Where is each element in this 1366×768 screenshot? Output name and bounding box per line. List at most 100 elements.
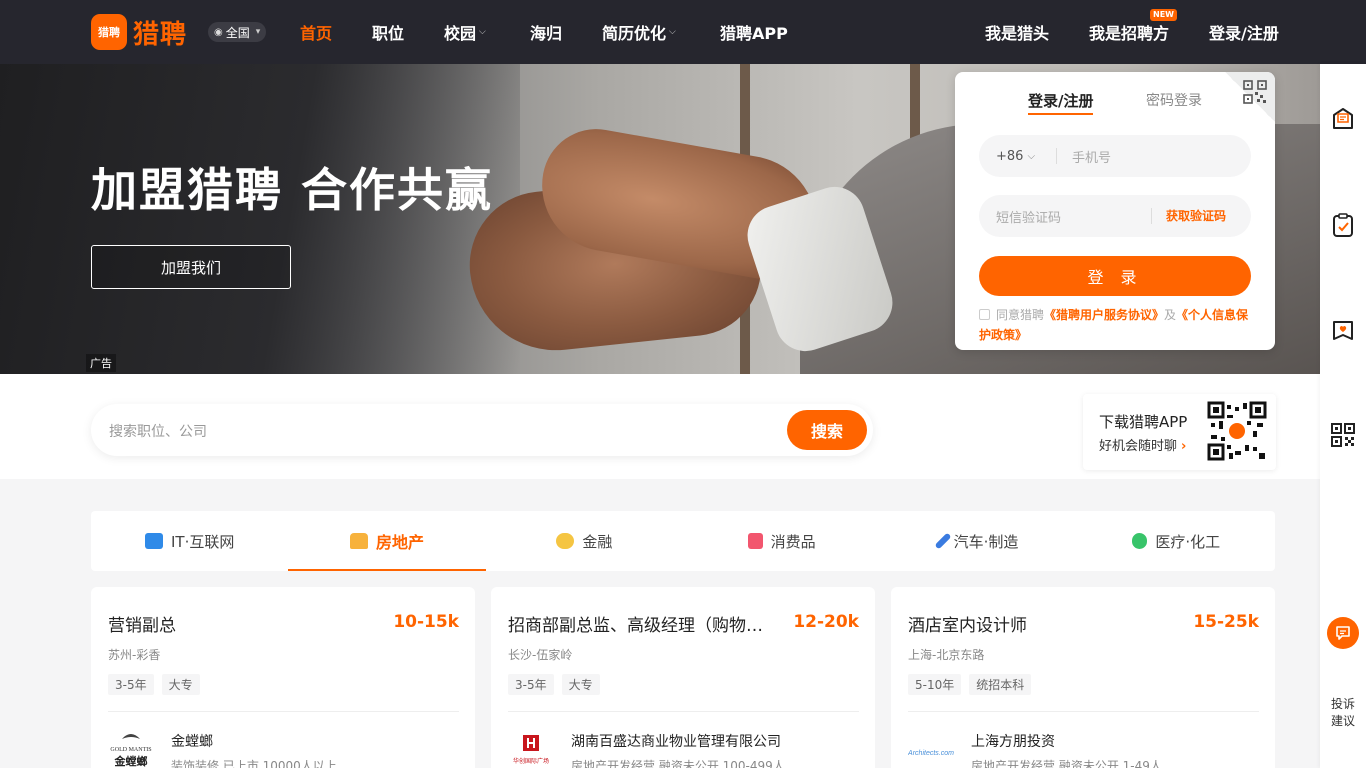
chevron-down-icon: ⌵ xyxy=(1027,150,1036,162)
agree-checkbox[interactable] xyxy=(979,309,990,320)
agree-and: 及 xyxy=(1164,308,1177,322)
location-pin-icon: ◉ xyxy=(214,26,223,38)
tab-industry-finance[interactable]: 金融 xyxy=(486,511,683,571)
job-title[interactable]: 招商部副总监、高级经理（购物中心） xyxy=(508,611,778,636)
message-icon[interactable] xyxy=(1330,106,1356,132)
coin-icon xyxy=(556,533,575,549)
favorite-bookmark-icon[interactable] xyxy=(1330,318,1356,344)
nav-headhunter[interactable]: 我是猎头 xyxy=(985,0,1049,64)
job-tag: 3-5年 xyxy=(508,674,554,695)
new-badge: NEW xyxy=(1150,9,1177,21)
tab-industry-label: 汽车·制造 xyxy=(953,532,1019,551)
job-location: 上海-北京东路 xyxy=(908,648,985,662)
divider xyxy=(108,711,459,712)
user-agreement-link[interactable]: 《猎聘用户服务协议》 xyxy=(1044,308,1164,322)
app-download-card[interactable]: 下载猎聘APP 好机会随时聊 › xyxy=(1083,394,1276,470)
tab-industry-label: 金融 xyxy=(582,532,613,551)
job-location: 长沙-伍家岭 xyxy=(508,648,573,662)
job-card[interactable]: 营销副总 10-15k 苏州-彩香 3-5年 大专 GOLD MANTIS 金螳… xyxy=(91,587,475,768)
shopping-bag-icon xyxy=(747,533,763,549)
job-tag: 3-5年 xyxy=(108,674,154,695)
nav-login[interactable]: 登录/注册 xyxy=(1209,0,1279,64)
job-salary: 10-15k xyxy=(393,612,459,632)
tab-industry-medical[interactable]: 医疗·化工 xyxy=(1078,511,1275,571)
country-code-select[interactable]: +86 ⌵ xyxy=(996,149,1056,164)
chevron-down-icon: ▾ xyxy=(255,27,261,37)
search-button[interactable]: 搜索 xyxy=(787,410,867,450)
job-location: 苏州-彩香 xyxy=(108,648,161,662)
job-title[interactable]: 酒店室内设计师 xyxy=(908,611,1178,636)
company-name[interactable]: 湖南百盛达商业物业管理有限公司 xyxy=(571,731,781,751)
job-card[interactable]: 酒店室内设计师 15-25k 上海-北京东路 5-10年 统招本科 Archit… xyxy=(891,587,1275,768)
nav-home[interactable]: 首页 xyxy=(300,0,332,64)
tab-industry-real-estate[interactable]: 房地产 xyxy=(288,511,486,571)
job-salary: 12-20k xyxy=(793,612,859,632)
job-tags: 3-5年 大专 xyxy=(108,674,200,695)
app-download-title: 下载猎聘APP xyxy=(1099,413,1188,431)
ad-label: 广告 xyxy=(86,354,116,372)
logo[interactable]: 猎聘 猎聘 xyxy=(91,14,187,50)
divider xyxy=(508,711,859,712)
company-logo: 华创国际广场 xyxy=(508,727,554,768)
qr-code-icon[interactable] xyxy=(1330,422,1356,448)
clipboard-check-icon[interactable] xyxy=(1330,212,1356,238)
country-code: +86 xyxy=(996,148,1024,164)
nav-jobs[interactable]: 职位 xyxy=(372,0,404,64)
huachuang-plaza-logo-icon: 华创国际广场 xyxy=(513,735,549,765)
nav-campus[interactable]: 校园 ⌵ xyxy=(444,0,486,64)
qr-code-icon xyxy=(1243,80,1267,104)
city-selector[interactable]: ◉ 全国 ▾ xyxy=(208,22,267,42)
gold-mantis-logo-icon: GOLD MANTIS 金螳螂 xyxy=(110,734,152,768)
company-logo: Architects.com xyxy=(908,727,954,768)
nav-campus-label: 校园 xyxy=(444,24,477,43)
banner-title: 加盟猎聘 合作共赢 xyxy=(91,163,494,217)
app-qr-code-icon xyxy=(1207,401,1267,461)
sms-code-input[interactable]: 短信验证码 xyxy=(996,207,1151,226)
tab-industry-consumer[interactable]: 消费品 xyxy=(683,511,880,571)
top-navbar: 猎聘 猎聘 ◉ 全国 ▾ 首页 职位 校园 ⌵ 海归 简历优化 ⌵ 猎聘APP 我是… xyxy=(0,0,1366,64)
job-tags: 5-10年 统招本科 xyxy=(908,674,1032,695)
company-logo: GOLD MANTIS 金螳螂 xyxy=(108,727,154,768)
svg-text:金螳螂: 金螳螂 xyxy=(114,754,148,768)
company-info: 装饰装修 已上市 10000人以上 xyxy=(171,759,337,768)
phone-input[interactable]: 手机号 xyxy=(1072,147,1111,166)
job-tags: 3-5年 大专 xyxy=(508,674,600,695)
chevron-right-icon: › xyxy=(1181,439,1187,454)
feedback-button[interactable] xyxy=(1327,617,1359,649)
tab-industry-label: 医疗·化工 xyxy=(1155,532,1221,551)
get-code-button[interactable]: 获取验证码 xyxy=(1150,208,1251,224)
nav-overseas[interactable]: 海归 xyxy=(530,0,562,64)
tab-industry-label: 房地产 xyxy=(375,533,424,552)
app-download-subtitle-text: 好机会随时聊 xyxy=(1099,439,1178,454)
house-icon xyxy=(349,533,368,549)
tab-login-register[interactable]: 登录/注册 xyxy=(1028,90,1094,115)
city-label: 全国 xyxy=(225,25,250,40)
phone-field[interactable]: +86 ⌵ 手机号 xyxy=(979,135,1251,177)
qr-login-toggle[interactable] xyxy=(1225,72,1275,122)
job-title[interactable]: 营销副总 xyxy=(108,611,378,636)
company-info: 房地产开发经营 融资未公开 1-49人 xyxy=(971,759,1162,768)
divider xyxy=(908,711,1259,712)
search-input[interactable]: 搜索职位、公司 xyxy=(109,421,207,441)
tab-industry-auto[interactable]: 汽车·制造 xyxy=(880,511,1077,571)
right-sidebar: 投诉 建议 xyxy=(1320,64,1366,768)
feedback-label-line2: 建议 xyxy=(1330,714,1355,728)
sms-code-field[interactable]: 短信验证码 获取验证码 xyxy=(979,195,1251,237)
join-us-button[interactable]: 加盟我们 xyxy=(91,245,291,289)
job-card[interactable]: 招商部副总监、高级经理（购物中心） 12-20k 长沙-伍家岭 3-5年 大专 … xyxy=(491,587,875,768)
nav-resume[interactable]: 简历优化 ⌵ xyxy=(602,0,676,64)
job-tag: 5-10年 xyxy=(908,674,962,695)
feedback-label[interactable]: 投诉 建议 xyxy=(1320,696,1366,730)
tab-password-login[interactable]: 密码登录 xyxy=(1146,90,1202,110)
agree-prefix: 同意猎聘 xyxy=(996,308,1045,322)
company-name[interactable]: 上海方朋投资 xyxy=(971,731,1055,751)
login-button[interactable]: 登 录 xyxy=(979,256,1251,296)
job-salary: 15-25k xyxy=(1193,612,1259,632)
tab-industry-it[interactable]: IT·互联网 xyxy=(91,511,288,571)
search-box[interactable]: 搜索职位、公司 搜索 xyxy=(91,404,873,456)
company-name[interactable]: 金螳螂 xyxy=(171,731,213,751)
nav-app[interactable]: 猎聘APP xyxy=(720,0,788,64)
logo-mark-icon: 猎聘 xyxy=(91,14,127,50)
job-tag: 大专 xyxy=(561,674,600,695)
wrench-icon xyxy=(934,532,952,550)
